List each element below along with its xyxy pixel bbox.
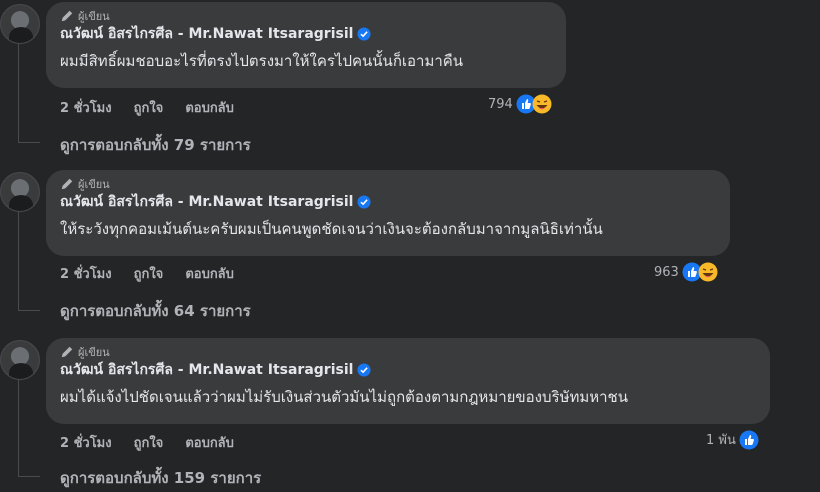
comment-thread-2: ผู้เขียน ณวัฒน์ อิสรไกรศีล - Mr.Nawat It…	[0, 168, 820, 328]
author-badge: ผู้เขียน	[60, 8, 552, 24]
author-badge: ผู้เขียน	[60, 176, 716, 192]
comment-thread-3: ผู้เขียน ณวัฒน์ อิสรไกรศีล - Mr.Nawat It…	[0, 336, 820, 492]
avatar[interactable]	[0, 172, 40, 212]
reply-button[interactable]: ตอบกลับ	[185, 263, 234, 284]
thread-line	[18, 212, 19, 310]
view-replies-link[interactable]: ดูการตอบกลับทั้ง 64 รายการ	[60, 299, 251, 323]
like-icon	[739, 430, 759, 449]
comment-bubble: ผู้เขียน ณวัฒน์ อิสรไกรศีล - Mr.Nawat It…	[46, 338, 770, 424]
thread-line	[18, 380, 19, 476]
comment-time[interactable]: 2 ชั่วโมง	[60, 432, 112, 453]
comment-time[interactable]: 2 ชั่วโมง	[60, 97, 112, 118]
comment-text: ผมได้แจ้งไปชัดเจนแล้วว่าผมไม่รับเงินส่วน…	[60, 388, 628, 406]
author-badge: ผู้เขียน	[60, 344, 756, 360]
like-button[interactable]: ถูกใจ	[134, 432, 164, 453]
thread-line-branch	[18, 476, 40, 477]
comment-time[interactable]: 2 ชั่วโมง	[60, 263, 112, 284]
reply-button[interactable]: ตอบกลับ	[185, 97, 234, 118]
reaction-summary[interactable]: 794	[488, 94, 552, 114]
laugh-icon	[532, 94, 552, 114]
reaction-count: 1 พัน	[706, 433, 736, 448]
reply-button[interactable]: ตอบกลับ	[185, 432, 234, 453]
reaction-summary[interactable]: 1 พัน	[706, 429, 759, 450]
comment-text: ผมมีสิทธิ์ผมชอบอะไรที่ตรงไปตรงมาให้ใครไป…	[60, 52, 464, 70]
avatar[interactable]	[0, 340, 40, 380]
pen-icon	[61, 10, 73, 22]
thread-line-branch	[18, 142, 40, 143]
comment-thread-1: ผู้เขียน ณวัฒน์ อิสรไกรศีล - Mr.Nawat It…	[0, 0, 820, 160]
verified-icon	[357, 27, 371, 41]
author-name[interactable]: ณวัฒน์ อิสรไกรศีล - Mr.Nawat Itsaragrisi…	[60, 23, 353, 45]
view-replies-link[interactable]: ดูการตอบกลับทั้ง 79 รายการ	[60, 133, 251, 157]
thread-line	[18, 44, 19, 142]
laugh-icon	[698, 262, 718, 282]
comment-bubble: ผู้เขียน ณวัฒน์ อิสรไกรศีล - Mr.Nawat It…	[46, 2, 566, 88]
reaction-summary[interactable]: 963	[654, 262, 718, 282]
view-replies-link[interactable]: ดูการตอบกลับทั้ง 159 รายการ	[60, 466, 261, 490]
like-button[interactable]: ถูกใจ	[134, 263, 164, 284]
like-button[interactable]: ถูกใจ	[134, 97, 164, 118]
verified-icon	[357, 363, 371, 377]
verified-icon	[357, 195, 371, 209]
comment-text: ให้ระวังทุกคอมเม้นต์นะครับผมเป็นคนพูดชัด…	[60, 220, 603, 238]
thread-line-branch	[18, 310, 40, 311]
pen-icon	[61, 178, 73, 190]
reaction-count: 794	[488, 96, 513, 112]
author-name[interactable]: ณวัฒน์ อิสรไกรศีล - Mr.Nawat Itsaragrisi…	[60, 191, 353, 213]
author-name[interactable]: ณวัฒน์ อิสรไกรศีล - Mr.Nawat Itsaragrisi…	[60, 359, 353, 381]
comment-bubble: ผู้เขียน ณวัฒน์ อิสรไกรศีล - Mr.Nawat It…	[46, 170, 730, 256]
avatar[interactable]	[0, 4, 40, 44]
reaction-count: 963	[654, 264, 679, 280]
pen-icon	[61, 346, 73, 358]
